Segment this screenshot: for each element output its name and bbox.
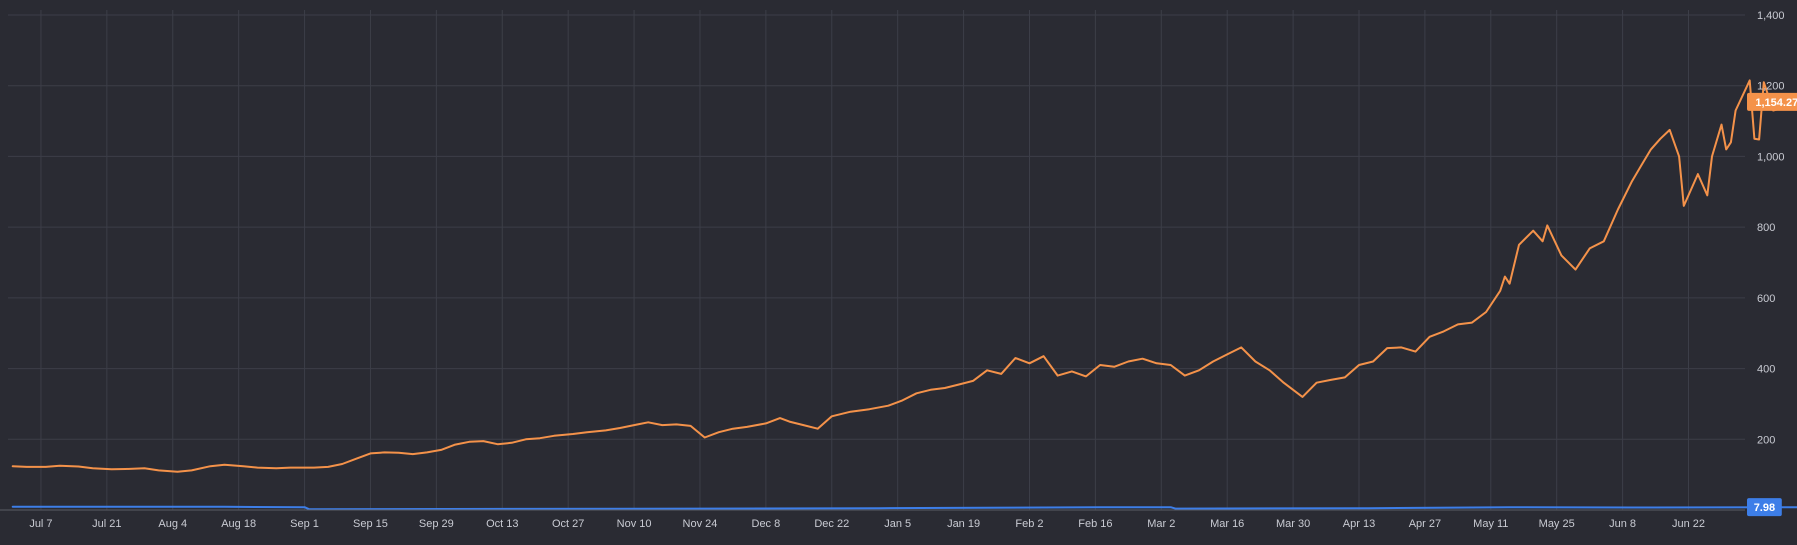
- x-tick-label: Mar 30: [1276, 518, 1310, 530]
- x-tick-label: Mar 16: [1210, 518, 1244, 530]
- x-tick-label: Feb 16: [1078, 518, 1112, 530]
- last-value-label: 7.98: [1754, 502, 1775, 514]
- y-tick-label: 1,400: [1757, 10, 1785, 22]
- y-tick-label: 400: [1757, 364, 1775, 376]
- y-tick-label: 800: [1757, 222, 1775, 234]
- x-tick-label: Apr 13: [1343, 518, 1375, 530]
- x-tick-label: Jun 22: [1672, 518, 1705, 530]
- x-tick-label: Jul 21: [92, 518, 121, 530]
- chart-container: 200 400 600 800 1,000 1,200 1,400 Jul 7 Jul 21 Au…: [0, 0, 1797, 540]
- x-tick-label: Sep 15: [353, 518, 388, 530]
- x-tick-label: Mar 2: [1147, 518, 1175, 530]
- x-tick-label: Sep 1: [290, 518, 319, 530]
- x-tick-label: Jan 5: [884, 518, 911, 530]
- x-tick-label: Oct 27: [552, 518, 584, 530]
- x-tick-label: Sep 29: [419, 518, 454, 530]
- x-tick-label: Aug 4: [158, 518, 187, 530]
- y-tick-label: 600: [1757, 293, 1775, 305]
- x-tick-label: Jun 8: [1609, 518, 1636, 530]
- x-tick-label: Feb 2: [1015, 518, 1043, 530]
- y-tick-label: 1,000: [1757, 151, 1785, 163]
- grid: [8, 10, 1745, 510]
- x-tick-label: Apr 27: [1409, 518, 1441, 530]
- x-tick-label: Nov 24: [683, 518, 718, 530]
- x-tick-label: May 25: [1539, 518, 1575, 530]
- x-tick-label: Jul 7: [29, 518, 52, 530]
- line-chart: 200 400 600 800 1,000 1,200 1,400 Jul 7 Jul 21 Au…: [0, 10, 1797, 530]
- x-tick-label: Dec 22: [814, 518, 849, 530]
- axes: 200 400 600 800 1,000 1,200 1,400 Jul 7 Jul 21 Au…: [0, 10, 1785, 530]
- y-tick-label: 200: [1757, 434, 1775, 446]
- last-value-label: 1,154.27: [1755, 97, 1797, 109]
- x-tick-label: Dec 8: [752, 518, 781, 530]
- x-tick-label: Oct 13: [486, 518, 518, 530]
- series-line-0: [11, 79, 1797, 473]
- x-tick-label: Jan 19: [947, 518, 980, 530]
- series-lines: [11, 79, 1797, 511]
- x-tick-label: Nov 10: [617, 518, 652, 530]
- y-tick-label: 1,200: [1757, 81, 1785, 93]
- x-tick-label: May 11: [1473, 518, 1508, 530]
- series-line-1: [11, 505, 1797, 511]
- x-tick-label: Aug 18: [221, 518, 256, 530]
